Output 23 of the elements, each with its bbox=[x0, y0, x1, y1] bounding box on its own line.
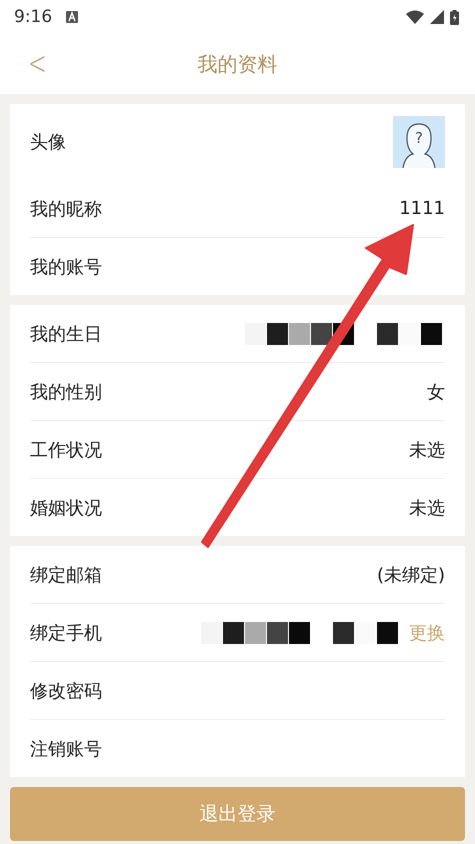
battery-icon bbox=[450, 10, 459, 24]
row-label[interactable]: 注销账号 bbox=[30, 736, 102, 760]
row-value: 未选 bbox=[409, 438, 445, 462]
row-value: 未选 bbox=[409, 496, 445, 520]
row-label[interactable]: 我的性别 bbox=[30, 380, 102, 404]
avatar-placeholder-icon[interactable]: ? bbox=[393, 116, 445, 168]
row-label[interactable]: 绑定邮箱 bbox=[30, 562, 102, 586]
row-label[interactable]: 头像 bbox=[30, 130, 66, 154]
row-value: 女 bbox=[427, 380, 445, 404]
row-label[interactable]: 我的昵称 bbox=[30, 196, 102, 220]
notification-icon bbox=[66, 11, 78, 23]
row-label[interactable]: 我的账号 bbox=[30, 254, 102, 278]
row-label[interactable]: 修改密码 bbox=[30, 678, 102, 702]
row-label[interactable]: 婚姻状况 bbox=[30, 496, 102, 520]
row-value: 1111 bbox=[399, 198, 445, 219]
row-value: (未绑定) bbox=[376, 564, 445, 586]
row-label[interactable]: 工作状况 bbox=[30, 438, 102, 462]
row-label[interactable]: 我的生日 bbox=[30, 322, 102, 346]
status-time: 9:16 bbox=[14, 7, 52, 27]
row-label[interactable]: 绑定手机 bbox=[30, 620, 102, 644]
page-title: 我的资料 bbox=[198, 50, 278, 78]
signal-icon bbox=[430, 10, 444, 24]
wifi-icon bbox=[406, 10, 424, 24]
